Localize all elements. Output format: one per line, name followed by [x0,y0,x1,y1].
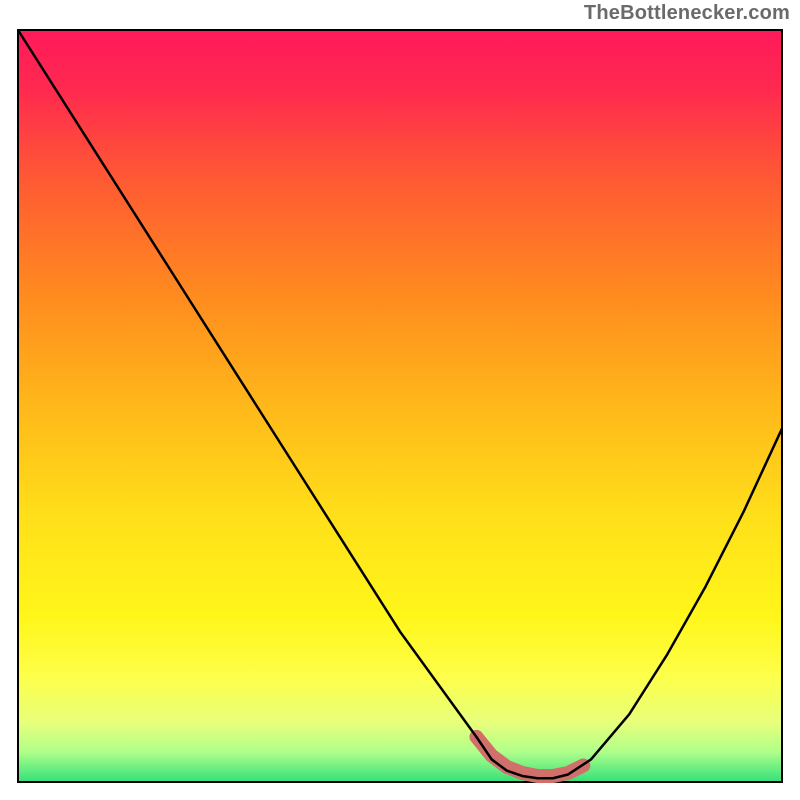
watermark-label: TheBottlenecker.com [584,2,790,25]
chart-container: TheBottlenecker.com [0,0,800,800]
bottleneck-chart [0,0,800,800]
gradient-background [18,30,782,782]
